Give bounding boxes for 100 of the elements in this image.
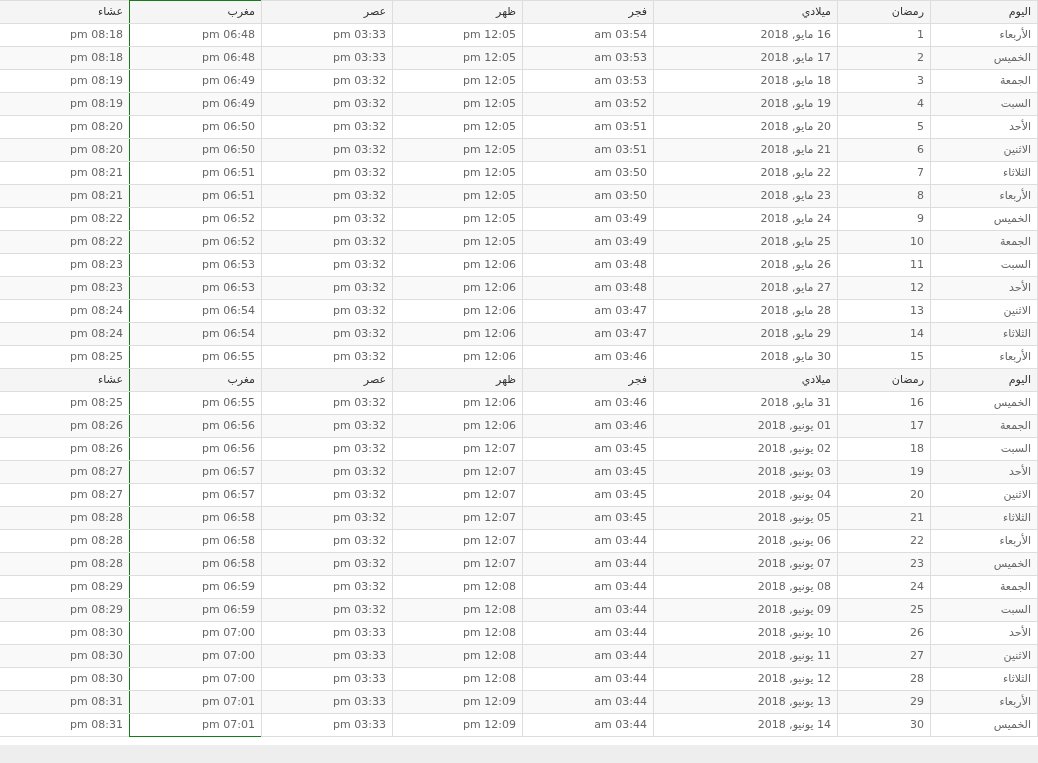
table-cell: الأربعاء	[930, 184, 1038, 208]
table-cell: 12:07 pm	[392, 483, 523, 507]
table-cell: 03:32 pm	[261, 115, 393, 139]
table-cell: 24	[837, 575, 931, 599]
table-cell: الأحد	[930, 621, 1038, 645]
table-cell: 12:05 pm	[392, 69, 523, 93]
table-cell: 03:44 am	[522, 667, 654, 691]
table-cell: 14	[837, 322, 931, 346]
column-header: اليوم	[930, 368, 1038, 392]
table-cell: 06:58 pm	[129, 506, 262, 530]
table-cell: 26	[837, 621, 931, 645]
table-cell: 18	[837, 437, 931, 461]
table-cell: 03:32 pm	[261, 207, 393, 231]
table-cell: 12:07 pm	[392, 552, 523, 576]
table-cell: الأربعاء	[930, 345, 1038, 369]
table-cell: 04 يونيو, 2018	[653, 483, 838, 507]
table-cell: 12:07 pm	[392, 437, 523, 461]
table-cell: 17 مايو, 2018	[653, 46, 838, 70]
table-cell: 03:45 am	[522, 460, 654, 484]
table-cell: 06:53 pm	[129, 276, 262, 300]
table-cell: 20 مايو, 2018	[653, 115, 838, 139]
table-cell: 03:33 pm	[261, 713, 393, 737]
table-cell: الخميس	[930, 713, 1038, 737]
table-cell: 07:00 pm	[129, 621, 262, 645]
table-cell: 03:32 pm	[261, 552, 393, 576]
table-cell: 20	[837, 483, 931, 507]
column-header: اليوم	[930, 0, 1038, 24]
table-cell: 03:51 am	[522, 138, 654, 162]
table-cell: 03:32 pm	[261, 598, 393, 622]
table-cell: الأربعاء	[930, 529, 1038, 553]
table-cell: الخميس	[930, 207, 1038, 231]
table-cell: 12:06 pm	[392, 276, 523, 300]
column-header: عصر	[261, 0, 393, 24]
table-cell: 03:51 am	[522, 115, 654, 139]
table-cell: الجمعة	[930, 230, 1038, 254]
table-cell: 12:07 pm	[392, 506, 523, 530]
column-header: عشاء	[0, 368, 130, 392]
table-cell: 12:05 pm	[392, 207, 523, 231]
table-cell: 15	[837, 345, 931, 369]
table-cell: 03:53 am	[522, 69, 654, 93]
table-cell: 12:09 pm	[392, 690, 523, 714]
table-cell: 03:44 am	[522, 575, 654, 599]
table-cell: 03:50 am	[522, 161, 654, 185]
table-cell: 12:06 pm	[392, 253, 523, 277]
table-cell: 16 مايو, 2018	[653, 23, 838, 47]
table-cell: 03:32 pm	[261, 184, 393, 208]
table-cell: 26 مايو, 2018	[653, 253, 838, 277]
table-cell: 12:06 pm	[392, 391, 523, 415]
table-cell: 03:32 pm	[261, 276, 393, 300]
table-cell: 07:00 pm	[129, 667, 262, 691]
table-cell: 03:33 pm	[261, 667, 393, 691]
table-cell: 03:32 pm	[261, 460, 393, 484]
table-cell: 03:45 am	[522, 506, 654, 530]
table-cell: 03:46 am	[522, 391, 654, 415]
table-cell: 12:05 pm	[392, 92, 523, 116]
table-cell: 03:32 pm	[261, 322, 393, 346]
table-cell: 03:44 am	[522, 621, 654, 645]
table-cell: 25	[837, 598, 931, 622]
table-cell: 03:32 pm	[261, 92, 393, 116]
table-cell: 10 يونيو, 2018	[653, 621, 838, 645]
table-cell: 06:54 pm	[129, 299, 262, 323]
table-cell: 07:01 pm	[129, 713, 262, 737]
table-cell: 27 مايو, 2018	[653, 276, 838, 300]
column-header: رمضان	[837, 368, 931, 392]
table-cell: 01 يونيو, 2018	[653, 414, 838, 438]
table-cell: 06:58 pm	[129, 529, 262, 553]
table-cell: 12:09 pm	[392, 713, 523, 737]
table-cell: 12:05 pm	[392, 115, 523, 139]
table-cell: 4	[837, 92, 931, 116]
table-cell: الثلاثاء	[930, 506, 1038, 530]
table-cell: 12:08 pm	[392, 575, 523, 599]
table-cell: 06:50 pm	[129, 138, 262, 162]
table-cell: 03 يونيو, 2018	[653, 460, 838, 484]
table-cell: 25 مايو, 2018	[653, 230, 838, 254]
table-cell: 06:57 pm	[129, 483, 262, 507]
table-cell: 03:46 am	[522, 414, 654, 438]
table-cell: 12:05 pm	[392, 230, 523, 254]
table-cell: 14 يونيو, 2018	[653, 713, 838, 737]
table-cell: الأربعاء	[930, 690, 1038, 714]
table-cell: 03:32 pm	[261, 161, 393, 185]
table-cell: الخميس	[930, 552, 1038, 576]
table-cell: الخميس	[930, 46, 1038, 70]
table-cell: 03:52 am	[522, 92, 654, 116]
table-cell: 03:48 am	[522, 253, 654, 277]
table-cell: 2	[837, 46, 931, 70]
table-cell: الثلاثاء	[930, 322, 1038, 346]
table-cell: 06:55 pm	[129, 391, 262, 415]
table-cell: 18 مايو, 2018	[653, 69, 838, 93]
table-cell: 03:32 pm	[261, 575, 393, 599]
table-cell: 06:49 pm	[129, 69, 262, 93]
table-cell: 03:32 pm	[261, 529, 393, 553]
table-cell: 31 مايو, 2018	[653, 391, 838, 415]
table-cell: الاثنين	[930, 644, 1038, 668]
table-cell: 03:32 pm	[261, 506, 393, 530]
column-header: مغرب	[129, 368, 262, 392]
table-cell: السبت	[930, 253, 1038, 277]
table-cell: 8	[837, 184, 931, 208]
column-header: عصر	[261, 368, 393, 392]
table-cell: 03:49 am	[522, 207, 654, 231]
table-cell: 12:07 pm	[392, 529, 523, 553]
